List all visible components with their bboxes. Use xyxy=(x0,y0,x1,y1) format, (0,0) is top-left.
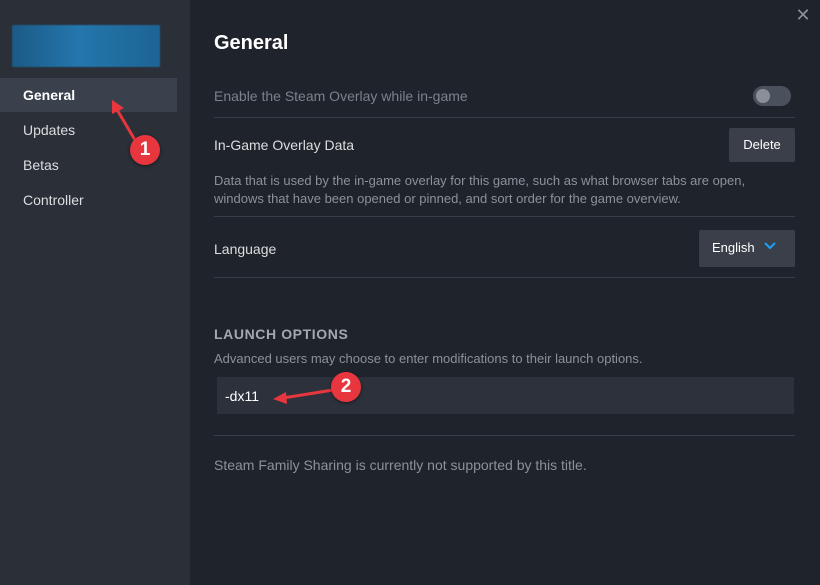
page-title: General xyxy=(214,32,289,54)
delete-button[interactable]: Delete xyxy=(729,128,795,162)
annotation-badge-2: 2 xyxy=(331,372,361,402)
language-dropdown[interactable]: English xyxy=(699,230,795,267)
annotation-badge-1: 1 xyxy=(130,135,160,165)
sidebar-item-general[interactable]: General xyxy=(0,78,177,112)
launch-options-header: LAUNCH OPTIONS xyxy=(214,326,349,342)
language-label: Language xyxy=(214,241,277,257)
close-icon[interactable]: ✕ xyxy=(794,6,812,24)
launch-options-input[interactable] xyxy=(217,377,794,414)
overlay-toggle[interactable] xyxy=(753,86,791,106)
sidebar-item-controller[interactable]: Controller xyxy=(0,183,177,217)
properties-window: General Updates Betas Controller ✕ Gener… xyxy=(0,0,820,585)
overlay-toggle-label: Enable the Steam Overlay while in-game xyxy=(214,88,468,104)
chevron-down-icon xyxy=(763,239,777,256)
toggle-knob xyxy=(756,89,770,103)
game-thumbnail xyxy=(12,25,160,67)
language-selected: English xyxy=(712,240,755,255)
sidebar: General Updates Betas Controller xyxy=(0,0,190,585)
divider xyxy=(214,277,795,278)
overlay-data-description: Data that is used by the in-game overlay… xyxy=(214,173,746,206)
launch-options-description: Advanced users may choose to enter modif… xyxy=(214,351,643,366)
divider xyxy=(214,117,795,118)
family-sharing-notice: Steam Family Sharing is currently not su… xyxy=(214,457,587,473)
overlay-data-label: In-Game Overlay Data xyxy=(214,137,355,153)
divider xyxy=(214,435,795,436)
divider xyxy=(214,216,795,217)
